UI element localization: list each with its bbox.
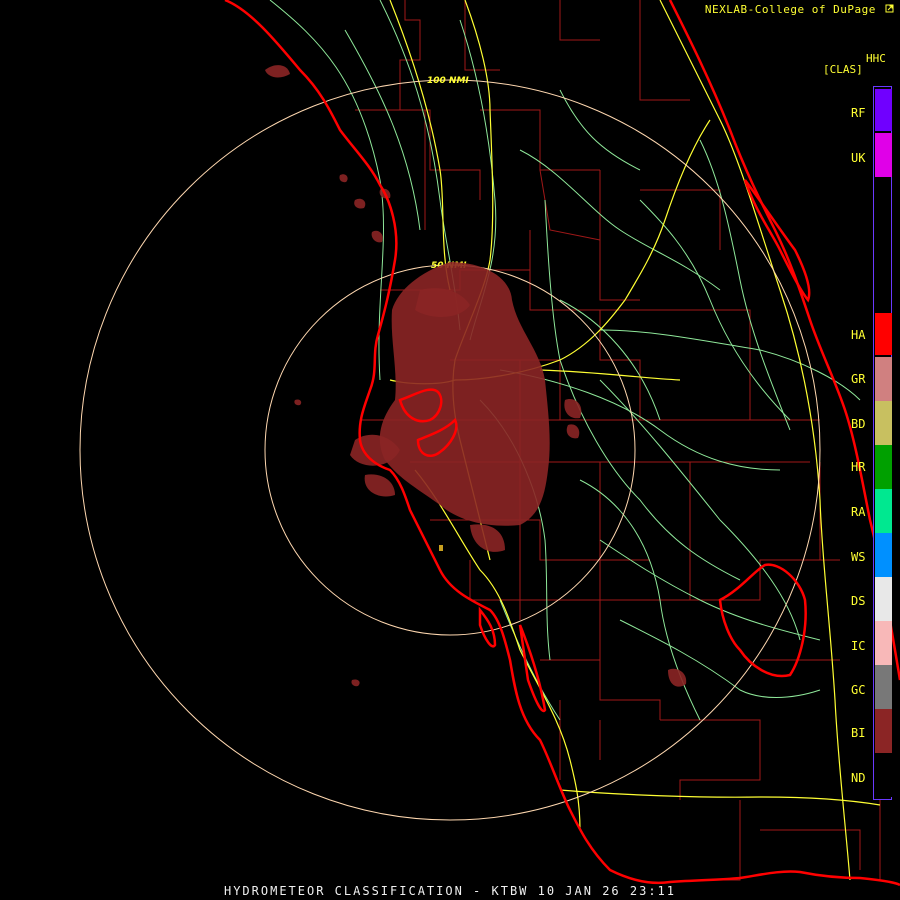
legend-colorbar <box>873 86 892 800</box>
legend-label-nd: ND <box>851 771 866 785</box>
legend-swatch-ds <box>875 577 892 621</box>
product-code: HHC <box>866 52 886 65</box>
legend-swatch-ra <box>875 489 892 533</box>
legend-label-ha: HA <box>851 328 866 342</box>
legend-label-bi: BI <box>851 726 866 740</box>
product-units: [CLAS] <box>823 63 863 76</box>
nexlab-credit[interactable]: NEXLAB-College of DuPage <box>705 3 894 16</box>
legend-label-ra: RA <box>851 505 866 519</box>
legend-swatch-nd <box>875 753 892 797</box>
legend-label-gr: GR <box>851 372 866 386</box>
legend-swatch-ws <box>875 533 892 577</box>
external-link-icon[interactable] <box>885 4 894 13</box>
legend-swatch-ha <box>875 313 892 355</box>
legend-label-ic: IC <box>851 639 866 653</box>
legend-swatch-gr <box>875 357 892 401</box>
credit-text: NEXLAB-College of DuPage <box>704 3 876 16</box>
legend-swatch-hr <box>875 445 892 489</box>
legend-label-rf: RF <box>851 106 866 120</box>
legend-swatch-ic <box>875 621 892 665</box>
legend-swatch-bi <box>875 709 892 753</box>
legend-swatch-bd <box>875 401 892 445</box>
legend-label-gc: GC <box>851 683 866 697</box>
product-caption: HYDROMETEOR CLASSIFICATION - KTBW 10 JAN… <box>223 884 676 898</box>
legend-label-uk: UK <box>851 151 866 165</box>
radar-map: 100 NMI 50 NMI <box>79 0 900 887</box>
legend-swatch-gc <box>875 665 892 709</box>
legend-label-hr: HR <box>851 460 866 474</box>
ring-label-100nmi: 100 NMI <box>427 76 469 86</box>
coastline <box>224 0 900 887</box>
legend-label-ws: WS <box>851 550 866 564</box>
legend-label-bd: BD <box>851 417 866 431</box>
echo-speck-ds <box>439 545 443 551</box>
legend-label-ds: DS <box>851 594 866 608</box>
legend-swatch-rf <box>875 89 892 131</box>
road-network <box>269 0 861 721</box>
legend-swatch-uk <box>875 133 892 177</box>
